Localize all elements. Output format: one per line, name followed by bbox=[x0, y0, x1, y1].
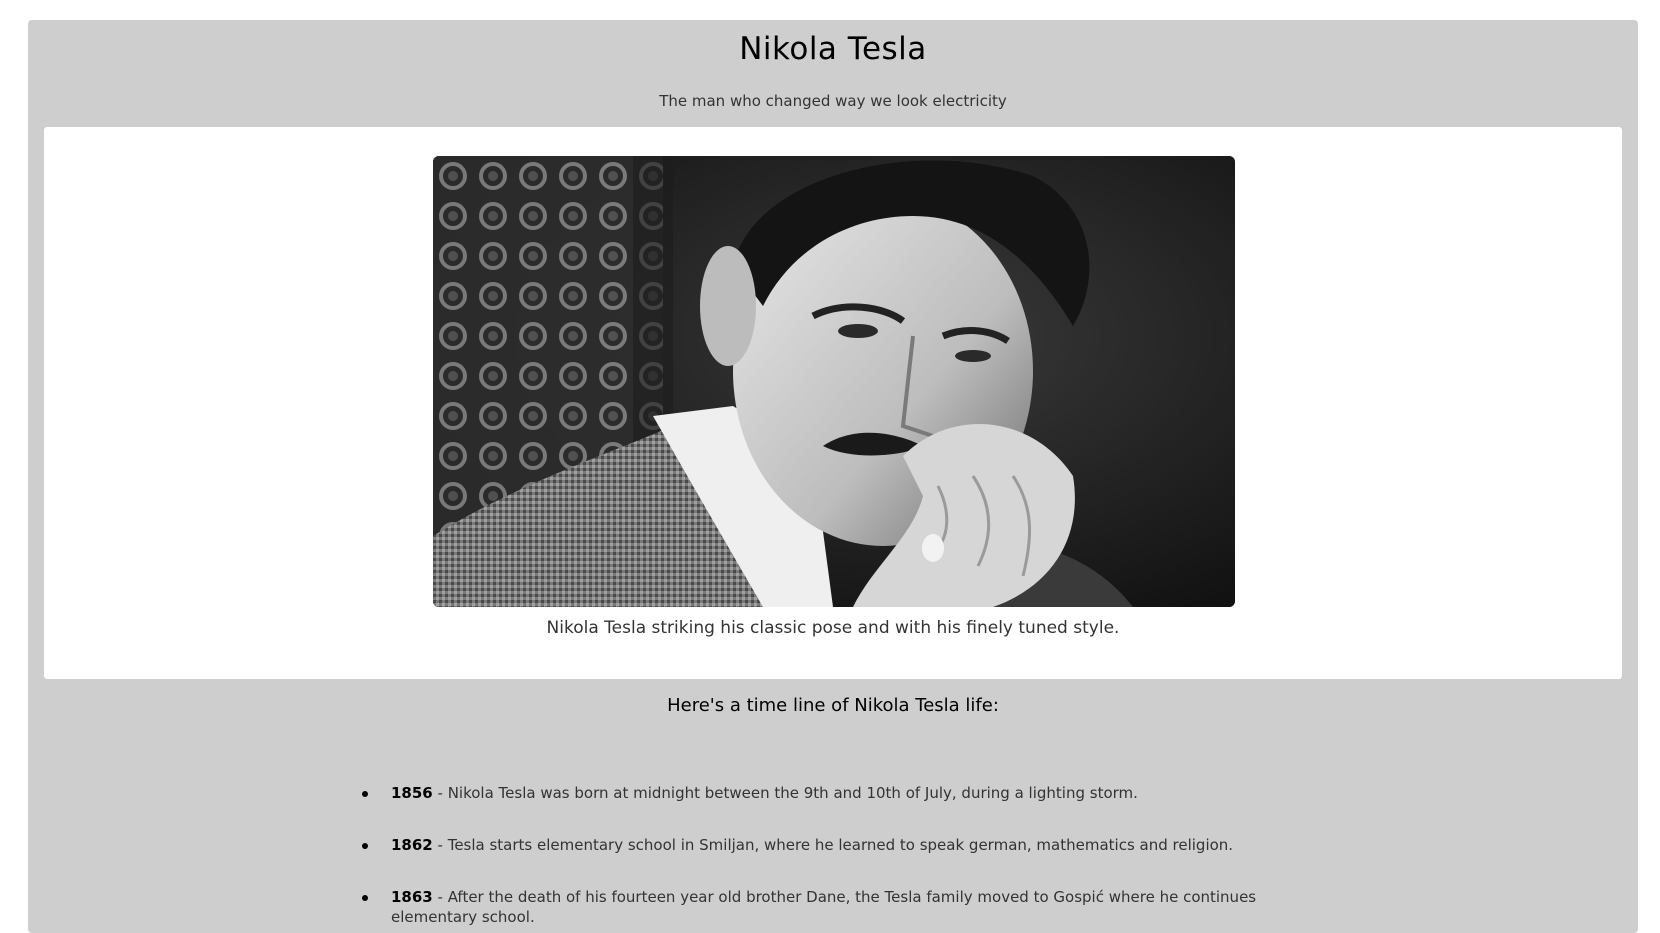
portrait-image bbox=[433, 156, 1235, 607]
main-container: Nikola Tesla The man who changed way we … bbox=[28, 20, 1638, 933]
timeline-section: Here's a time line of Nikola Tesla life:… bbox=[28, 695, 1638, 926]
tesla-portrait-photo bbox=[433, 156, 1235, 607]
image-card: Nikola Tesla striking his classic pose a… bbox=[44, 127, 1622, 679]
timeline-heading: Here's a time line of Nikola Tesla life: bbox=[667, 695, 999, 716]
timeline-text: - After the death of his fourteen year o… bbox=[391, 888, 1257, 926]
timeline-item: 1862 - Tesla starts elementary school in… bbox=[358, 835, 1308, 855]
timeline-item: 1863 - After the death of his fourteen y… bbox=[358, 887, 1308, 927]
timeline-text: - Nikola Tesla was born at midnight betw… bbox=[432, 784, 1138, 802]
timeline-year: 1862 bbox=[391, 836, 433, 854]
timeline-item: 1856 - Nikola Tesla was born at midnight… bbox=[358, 783, 1308, 803]
timeline-year: 1856 bbox=[391, 784, 433, 802]
page-title: Nikola Tesla bbox=[739, 31, 927, 67]
timeline-year: 1863 bbox=[391, 888, 433, 906]
image-caption: Nikola Tesla striking his classic pose a… bbox=[546, 618, 1120, 638]
page-subtitle: The man who changed way we look electric… bbox=[659, 92, 1007, 110]
timeline-list: 1856 - Nikola Tesla was born at midnight… bbox=[358, 783, 1308, 933]
timeline-text: - Tesla starts elementary school in Smil… bbox=[432, 836, 1234, 854]
